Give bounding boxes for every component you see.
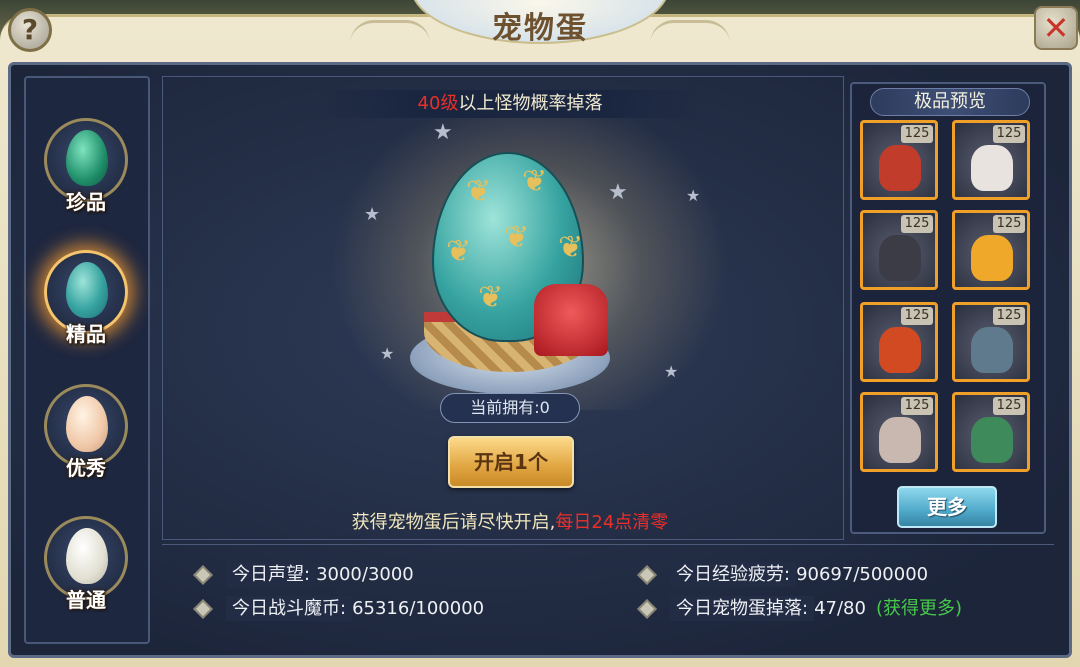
pet-portrait — [971, 327, 1013, 373]
stat-coins-label: 今日战斗魔币: — [226, 596, 353, 621]
pet-slot[interactable]: 125 — [860, 210, 938, 290]
butterfly-pattern-icon: ❦ — [466, 174, 492, 209]
rare-egg-icon — [66, 130, 108, 186]
tab-normal-label: 普通 — [66, 588, 106, 612]
star-icon: ★ — [664, 362, 679, 381]
pet-level: 125 — [993, 125, 1025, 143]
stats-area — [162, 544, 1054, 640]
diamond-bullet-icon — [193, 599, 213, 619]
pet-portrait — [879, 327, 921, 373]
stat-fatigue-label: 今日经验疲劳: — [670, 562, 797, 587]
tab-excellent-label: 优秀 — [66, 456, 106, 480]
pet-portrait — [971, 145, 1013, 191]
drop-info-banner: 40级以上怪物概率掉落 — [320, 90, 700, 118]
butterfly-pattern-icon: ❦ — [446, 234, 472, 269]
hint-text: 获得宠物蛋后请尽快开启, — [351, 512, 556, 533]
butterfly-pattern-icon: ❦ — [504, 220, 530, 255]
pet-level: 125 — [993, 307, 1025, 325]
pet-slot[interactable]: 125 — [952, 302, 1030, 382]
stat-egg-drop-label: 今日宠物蛋掉落: — [670, 596, 815, 621]
stat-coins: 今日战斗魔币: 65316/100000 — [193, 594, 485, 621]
normal-egg-icon — [66, 528, 108, 584]
pet-slot[interactable]: 125 — [952, 392, 1030, 472]
star-icon: ★ — [608, 180, 628, 205]
stat-prestige-value: 3000/3000 — [316, 564, 414, 585]
pet-level: 125 — [901, 215, 933, 233]
stat-egg-drop-value: 47/80 — [814, 598, 866, 619]
open-egg-button[interactable]: 开启1个 — [448, 436, 574, 488]
stat-prestige-label: 今日声望: — [226, 562, 317, 587]
butterfly-pattern-icon: ❦ — [522, 164, 548, 199]
pet-portrait — [971, 235, 1013, 281]
preview-title: 极品预览 — [870, 88, 1030, 116]
get-more-link[interactable]: (获得更多) — [876, 598, 962, 619]
tab-excellent-egg[interactable]: 优秀 — [28, 378, 144, 498]
excellent-egg-icon — [66, 396, 108, 452]
tab-rare-egg[interactable]: 珍品 — [28, 112, 144, 232]
more-button[interactable]: 更多 — [897, 486, 997, 528]
window-title: 宠物蛋 — [492, 11, 588, 46]
close-icon[interactable]: ✕ — [1034, 6, 1078, 50]
star-icon: ★ — [364, 204, 381, 225]
pet-slot[interactable]: 125 — [860, 302, 938, 382]
pet-level: 125 — [993, 397, 1025, 415]
pet-level: 125 — [901, 397, 933, 415]
pet-portrait — [879, 235, 921, 281]
stat-egg-drop: 今日宠物蛋掉落: 47/80 (获得更多) — [637, 594, 962, 621]
star-icon: ★ — [433, 120, 453, 145]
pet-portrait — [879, 417, 921, 463]
hint-warning: 每日24点清零 — [555, 512, 669, 533]
stat-fatigue-value: 90697/500000 — [796, 564, 929, 585]
star-icon: ★ — [380, 344, 395, 363]
stat-coins-value: 65316/100000 — [352, 598, 485, 619]
help-icon[interactable]: ? — [8, 8, 52, 52]
pet-portrait — [971, 417, 1013, 463]
diamond-bullet-icon — [637, 565, 657, 585]
tab-premium-label: 精品 — [66, 322, 106, 346]
open-hint: 获得宠物蛋后请尽快开启,每日24点清零 — [280, 508, 740, 534]
star-icon: ★ — [686, 186, 701, 205]
pet-slot[interactable]: 125 — [952, 210, 1030, 290]
stat-prestige: 今日声望: 3000/3000 — [193, 560, 414, 587]
pet-slot[interactable]: 125 — [860, 120, 938, 200]
diamond-bullet-icon — [193, 565, 213, 585]
butterfly-pattern-icon: ❦ — [478, 280, 504, 315]
tab-rare-label: 珍品 — [66, 190, 106, 214]
owned-count: 当前拥有:0 — [440, 393, 580, 423]
drop-level: 40级 — [417, 93, 459, 114]
stat-fatigue: 今日经验疲劳: 90697/500000 — [637, 560, 929, 587]
tab-premium-egg[interactable]: 精品 — [28, 244, 144, 364]
diamond-bullet-icon — [637, 599, 657, 619]
pet-level: 125 — [901, 125, 933, 143]
pet-level: 125 — [901, 307, 933, 325]
ribbon-bow — [534, 284, 608, 356]
pet-slot[interactable]: 125 — [860, 392, 938, 472]
pet-slot[interactable]: 125 — [952, 120, 1030, 200]
pet-level: 125 — [993, 215, 1025, 233]
butterfly-pattern-icon: ❦ — [558, 230, 584, 265]
drop-text: 以上怪物概率掉落 — [458, 93, 603, 114]
pet-portrait — [879, 145, 921, 191]
premium-egg-icon — [66, 262, 108, 318]
tab-normal-egg[interactable]: 普通 — [28, 510, 144, 630]
